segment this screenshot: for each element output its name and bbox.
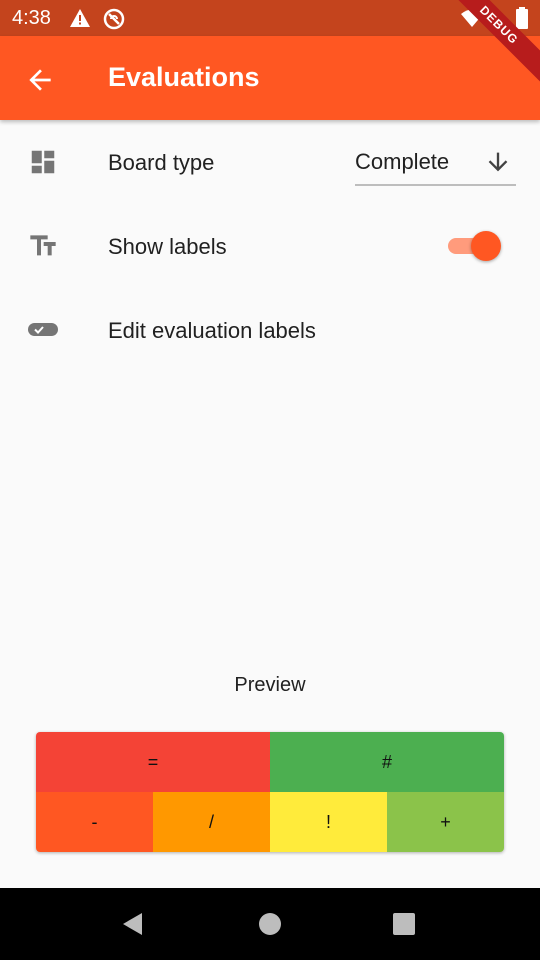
edit-labels-row[interactable]: Edit evaluation labels bbox=[0, 288, 540, 372]
arrow-down-icon bbox=[484, 148, 512, 181]
nav-home-icon[interactable] bbox=[256, 910, 284, 938]
status-bar: 4:38 bbox=[0, 0, 540, 36]
nav-back-icon[interactable] bbox=[120, 910, 148, 938]
show-labels-label: Show labels bbox=[108, 234, 227, 259]
board-type-value: Complete bbox=[355, 149, 450, 174]
board-cell: / bbox=[153, 792, 270, 852]
warning-icon bbox=[70, 9, 90, 32]
board-type-row: Board type Complete bbox=[0, 120, 540, 204]
board-cell: - bbox=[36, 792, 153, 852]
show-labels-toggle[interactable] bbox=[446, 228, 502, 264]
text-fields-icon bbox=[26, 229, 60, 263]
dashboard-icon bbox=[26, 145, 60, 179]
nav-recents-icon[interactable] bbox=[390, 910, 418, 938]
board-cell: = bbox=[36, 732, 270, 792]
status-time: 4:38 bbox=[12, 7, 51, 29]
board-cell: ! bbox=[270, 792, 387, 852]
board-bottom-row: - / ! + bbox=[36, 792, 504, 852]
board-top-row: = # bbox=[36, 732, 504, 792]
toggle-knob bbox=[471, 231, 501, 261]
page-title: Evaluations bbox=[108, 62, 260, 92]
show-labels-row: Show labels bbox=[0, 204, 540, 288]
preview-title: Preview bbox=[234, 674, 306, 696]
board-type-dropdown[interactable]: Complete bbox=[355, 140, 516, 186]
edit-labels-label: Edit evaluation labels bbox=[108, 318, 316, 343]
sync-off-icon bbox=[103, 8, 125, 35]
label-check-icon bbox=[26, 313, 60, 347]
back-arrow-icon[interactable] bbox=[24, 64, 56, 96]
board-cell: # bbox=[270, 732, 504, 792]
app-bar: Evaluations bbox=[0, 36, 540, 120]
evaluation-board-preview: = # - / ! + bbox=[36, 732, 504, 852]
navigation-bar bbox=[0, 888, 540, 960]
board-type-label: Board type bbox=[108, 150, 215, 175]
board-cell: + bbox=[387, 792, 504, 852]
